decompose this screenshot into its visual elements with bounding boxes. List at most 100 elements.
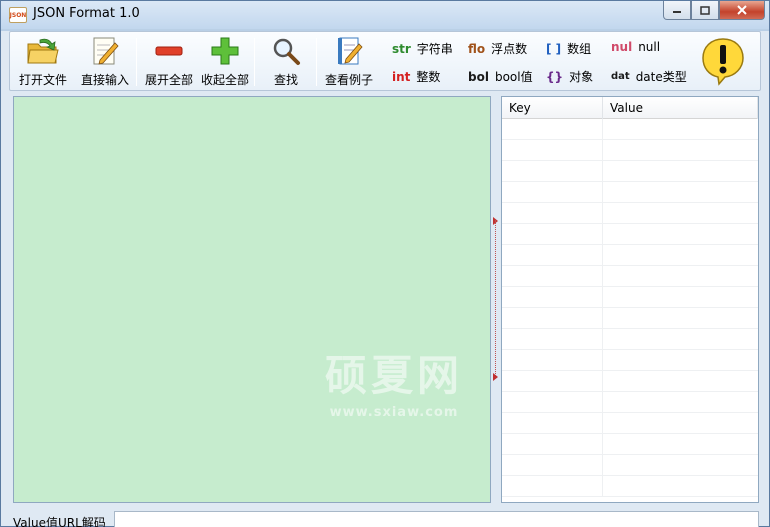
close-button[interactable]: [719, 1, 765, 20]
toolbar-separator: [316, 38, 317, 86]
legend-label: date类型: [635, 70, 687, 84]
key-value-table[interactable]: Key Value: [501, 96, 759, 503]
table-row: [502, 455, 758, 476]
close-icon: [737, 5, 747, 15]
table-body: [502, 119, 758, 502]
table-row: [502, 203, 758, 224]
exclamation-icon[interactable]: [700, 36, 746, 86]
watermark-sub: www.sxiaw.com: [329, 405, 459, 420]
window-controls: [663, 1, 765, 21]
table-cell: [502, 371, 603, 391]
collapse-all-button[interactable]: 收起全部: [196, 35, 254, 89]
table-cell: [502, 434, 603, 454]
legend-tag: bol: [468, 69, 489, 84]
table-row: [502, 182, 758, 203]
expand-all-button[interactable]: 展开全部: [140, 35, 198, 89]
view-example-button[interactable]: 查看例子: [320, 35, 378, 89]
legend-string: str 字符串: [392, 40, 453, 57]
legend-tag: [ ]: [546, 41, 562, 56]
magnifier-icon: [268, 35, 304, 67]
table-cell: [502, 329, 603, 349]
find-label: 查找: [273, 73, 298, 87]
splitter-line: [495, 220, 496, 376]
notebook-icon: [331, 35, 367, 67]
table-row: [502, 266, 758, 287]
table-row: [502, 245, 758, 266]
legend-label: 数组: [567, 42, 592, 56]
edit-note-icon: [87, 35, 123, 67]
collapse-all-label: 收起全部: [200, 73, 249, 87]
legend-label: bool值: [494, 70, 533, 84]
table-row: [502, 287, 758, 308]
table-cell: [502, 413, 603, 433]
table-row: [502, 350, 758, 371]
table-cell: [502, 392, 603, 412]
maximize-button[interactable]: [691, 1, 719, 20]
legend-date: dat date类型: [611, 68, 687, 85]
table-cell: [502, 245, 603, 265]
plus-icon: [207, 35, 243, 67]
table-cell: [502, 182, 603, 202]
panel-splitter[interactable]: [492, 96, 500, 503]
table-header: Key Value: [502, 97, 758, 119]
table-row: [502, 476, 758, 497]
direct-input-button[interactable]: 直接输入: [76, 35, 134, 89]
open-file-button[interactable]: 打开文件: [14, 35, 72, 89]
toolbar-separator: [254, 38, 255, 86]
direct-input-label: 直接输入: [80, 73, 129, 87]
json-app-icon: JSON: [9, 7, 27, 23]
legend-array: [ ] 数组: [546, 40, 591, 57]
legend-int: int 整数: [392, 68, 440, 85]
url-decode-label: Value值URL解码: [13, 516, 106, 527]
maximize-icon: [700, 5, 710, 15]
table-cell: [502, 476, 603, 496]
legend-tag: int: [392, 69, 411, 84]
table-row: [502, 392, 758, 413]
column-header-value[interactable]: Value: [603, 97, 758, 119]
find-button[interactable]: 查找: [260, 35, 312, 89]
legend-label: 字符串: [416, 42, 453, 56]
url-decode-input[interactable]: [114, 511, 759, 527]
app-window: JSON JSON Format 1.0 打开文件 直接输入 展开全部 收起全部…: [0, 0, 770, 527]
json-tree-panel[interactable]: 硕夏网 www.sxiaw.com: [13, 96, 491, 503]
window-title: JSON Format 1.0: [33, 6, 140, 21]
minimize-button[interactable]: [663, 1, 691, 20]
legend-tag: nul: [611, 40, 633, 54]
table-cell: [502, 287, 603, 307]
title-bar[interactable]: JSON JSON Format 1.0: [1, 1, 769, 29]
legend-label: null: [638, 40, 661, 54]
table-row: [502, 329, 758, 350]
table-cell: [502, 455, 603, 475]
watermark: 硕夏网 www.sxiaw.com: [314, 342, 474, 420]
table-row: [502, 371, 758, 392]
legend-null: nul null: [611, 40, 660, 54]
table-cell: [502, 203, 603, 223]
legend-label: 整数: [416, 70, 441, 84]
view-example-label: 查看例子: [324, 73, 373, 87]
legend-label: 浮点数: [491, 42, 528, 56]
legend-float: flo 浮点数: [468, 40, 527, 57]
legend-label: 对象: [569, 70, 594, 84]
table-row: [502, 308, 758, 329]
table-cell: [502, 266, 603, 286]
table-row: [502, 161, 758, 182]
open-file-label: 打开文件: [18, 73, 67, 87]
minimize-icon: [673, 11, 681, 13]
toolbar-separator: [136, 38, 137, 86]
legend-tag: dat: [611, 71, 630, 82]
minus-icon: [151, 35, 187, 67]
legend-tag: str: [392, 41, 411, 56]
table-cell: [502, 140, 603, 160]
column-header-key[interactable]: Key: [502, 97, 603, 119]
legend-tag: flo: [468, 41, 486, 56]
legend-tag: {}: [546, 69, 564, 84]
table-row: [502, 119, 758, 140]
legend-object: {} 对象: [546, 68, 593, 85]
splitter-arrow-icon: [493, 373, 498, 381]
table-cell: [502, 119, 603, 139]
legend-bool: bol bool值: [468, 68, 533, 85]
table-cell: [502, 308, 603, 328]
table-cell: [502, 224, 603, 244]
folder-open-icon: [25, 35, 61, 67]
table-row: [502, 413, 758, 434]
